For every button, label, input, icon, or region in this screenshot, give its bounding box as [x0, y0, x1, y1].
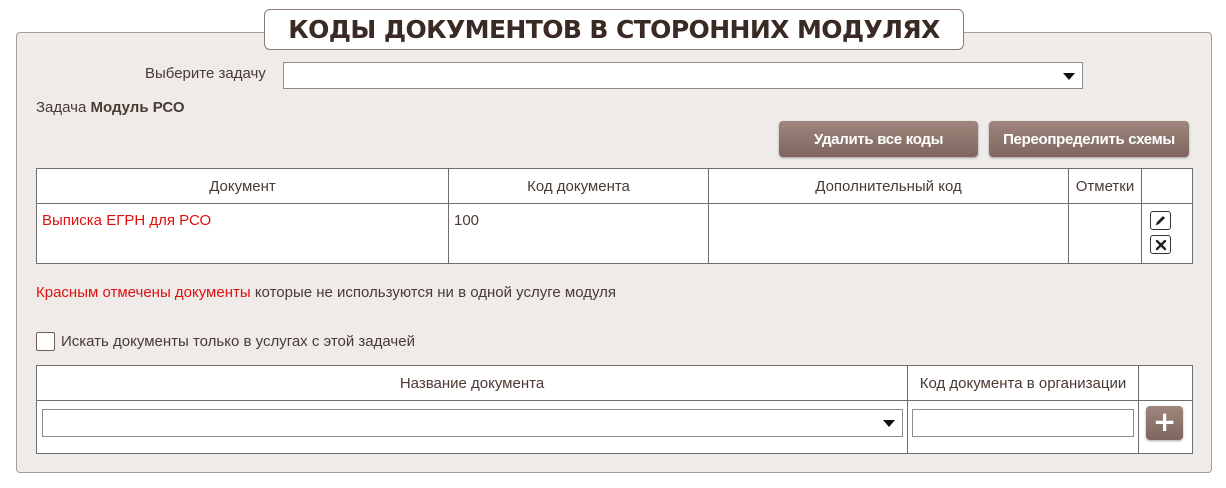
plus-icon: + — [1152, 405, 1177, 438]
task-info: Задача Модуль РСО — [36, 99, 184, 116]
task-info-prefix: Задача — [36, 99, 87, 116]
task-info-name: Модуль РСО — [90, 99, 185, 116]
edit-button[interactable] — [1150, 211, 1171, 230]
column-header-actions — [1141, 168, 1193, 204]
redefine-schemes-button[interactable]: Переопределить схемы — [989, 121, 1189, 157]
filter-checkbox-label[interactable]: Искать документы только в услугах с этой… — [61, 333, 415, 350]
pencil-icon — [1155, 216, 1165, 226]
document-link[interactable]: Выписка ЕГРН для РСО — [42, 212, 211, 229]
legend-red-part: Красным отмечены документы — [36, 284, 251, 301]
task-select-label: Выберите задачу — [145, 65, 266, 82]
org-code-input[interactable] — [912, 409, 1134, 437]
legend-rest: которые не используются ни в одной услуг… — [254, 284, 617, 301]
chevron-down-icon — [1063, 72, 1075, 80]
extra-code-cell — [708, 203, 1069, 264]
document-name-select[interactable] — [42, 409, 903, 437]
marks-cell — [1068, 203, 1142, 264]
code-cell: 100 — [448, 203, 709, 264]
document-cell: Выписка ЕГРН для РСО — [36, 203, 449, 264]
column-header-code: Код документа — [448, 168, 709, 204]
delete-all-codes-button[interactable]: Удалить все коды — [779, 121, 978, 157]
column-header-org-code: Код документа в организации — [907, 365, 1139, 401]
column-header-document-name: Название документа — [36, 365, 908, 401]
column-header-marks: Отметки — [1068, 168, 1142, 204]
codes-table: Документ Код документа Дополнительный ко… — [36, 168, 1193, 264]
column-header-add — [1138, 365, 1193, 401]
column-header-document: Документ — [36, 168, 449, 204]
close-icon — [1155, 239, 1166, 250]
delete-button[interactable] — [1150, 235, 1171, 254]
filter-checkbox[interactable] — [36, 332, 55, 351]
add-button[interactable]: + — [1146, 406, 1183, 440]
column-header-extra-code: Дополнительный код — [708, 168, 1069, 204]
add-table-header: Название документа Код документа в орган… — [36, 365, 1193, 401]
page-title: КОДЫ ДОКУМЕНТОВ В СТОРОННИХ МОДУЛЯХ — [264, 9, 964, 50]
table-row: Выписка ЕГРН для РСО 100 — [36, 203, 1193, 264]
task-select[interactable] — [283, 62, 1083, 89]
chevron-down-icon — [883, 420, 895, 427]
codes-table-header: Документ Код документа Дополнительный ко… — [36, 168, 1193, 204]
legend-text: Красным отмечены документы которые не ис… — [36, 284, 616, 301]
